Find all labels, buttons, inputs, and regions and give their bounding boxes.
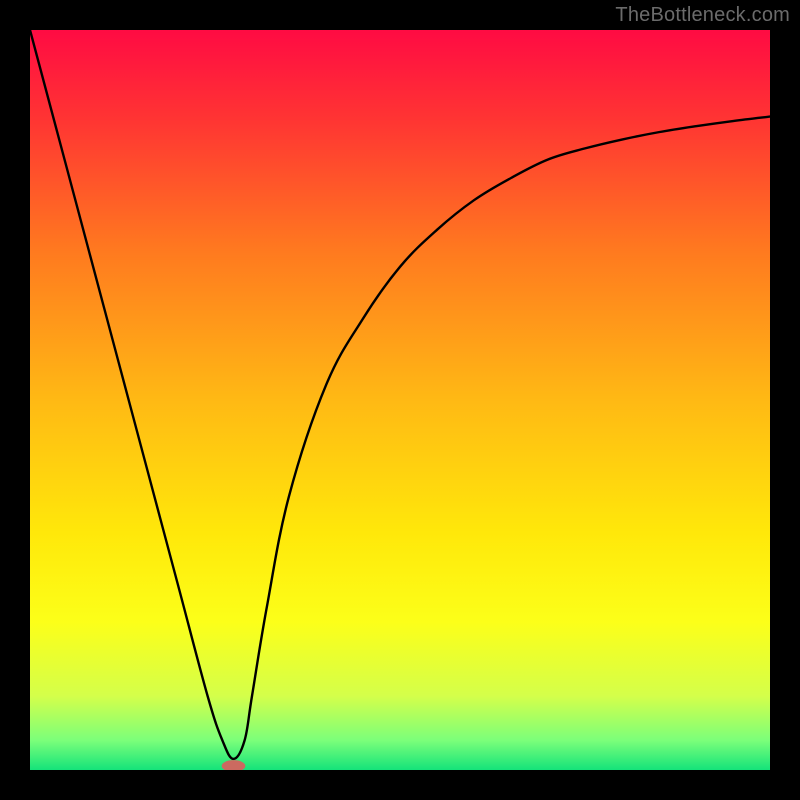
bottleneck-chart (30, 30, 770, 770)
watermark-text: TheBottleneck.com (615, 4, 790, 27)
chart-frame: TheBottleneck.com (0, 0, 800, 800)
gradient-background (30, 30, 770, 770)
